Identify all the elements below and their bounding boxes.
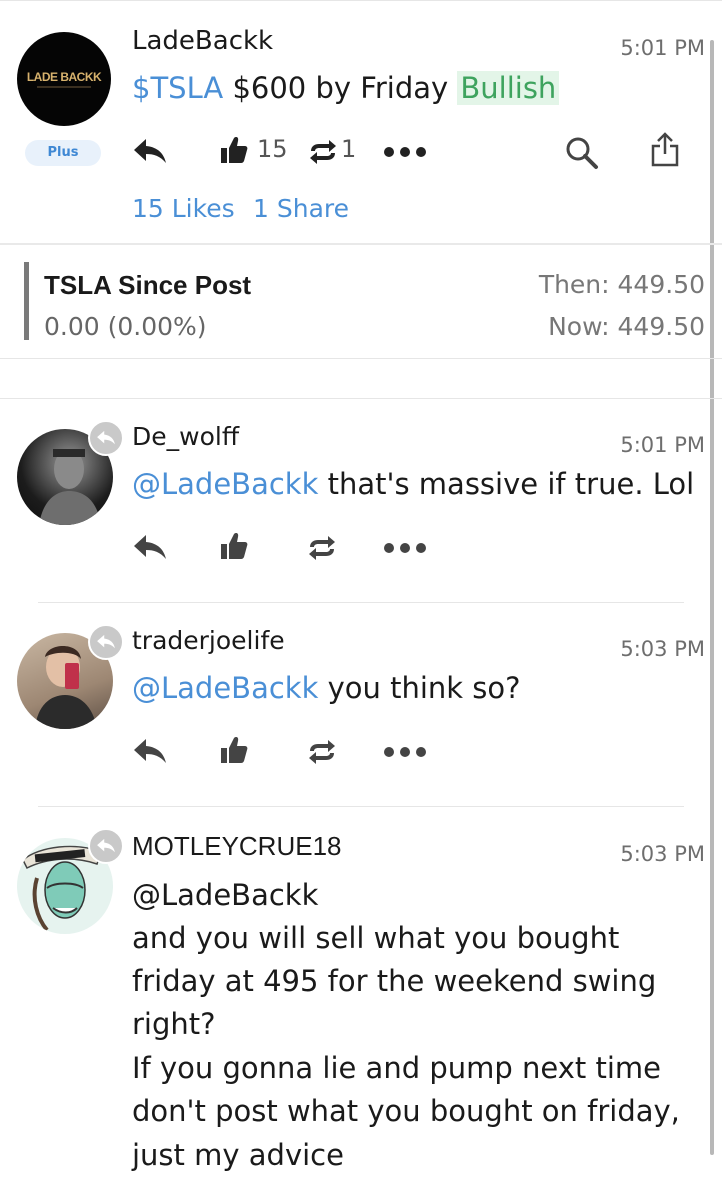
mention-link[interactable]: @LadeBackk	[132, 467, 318, 501]
comment-body: @LadeBackk that's massive if true. Lol	[132, 467, 694, 501]
reply-icon[interactable]	[132, 137, 168, 165]
reshare-icon[interactable]	[307, 139, 339, 165]
reply-icon[interactable]	[132, 737, 168, 765]
price-now: Now: 449.50	[548, 312, 705, 341]
since-post-title: TSLA Since Post	[44, 270, 252, 300]
top-divider	[0, 0, 722, 1]
comment-text-line: don't post what you bought on friday,	[132, 1094, 680, 1128]
shares-link[interactable]: 1 Share	[253, 194, 349, 223]
price-then: Then: 449.50	[538, 270, 705, 299]
comment-text-line: If you gonna lie and pump next time	[132, 1051, 661, 1085]
reply-icon[interactable]	[132, 533, 168, 561]
more-icon[interactable]	[383, 542, 427, 554]
post-divider	[0, 243, 722, 245]
reply-badge-icon	[88, 624, 124, 660]
post-message: $TSLA $600 by Friday Bullish	[132, 71, 560, 105]
ticker-link[interactable]: $TSLA	[132, 71, 223, 105]
since-divider-bottom	[0, 398, 722, 399]
comment-username[interactable]: traderjoelife	[132, 626, 285, 655]
sentiment-badge: Bullish	[457, 71, 560, 105]
comment-time: 5:03 PM	[620, 842, 705, 866]
comment-time: 5:03 PM	[620, 637, 705, 661]
reshare-icon[interactable]	[306, 535, 338, 561]
comment-text-line: and you will sell what you bought	[132, 921, 620, 955]
comment-username[interactable]: De_wolff	[132, 422, 239, 451]
mention-link[interactable]: @LadeBackk	[132, 874, 318, 917]
more-icon[interactable]	[383, 746, 427, 758]
author-avatar[interactable]: LADE BACKK	[17, 32, 111, 126]
post-text: $600 by Friday	[223, 71, 458, 105]
reply-badge-icon	[88, 828, 124, 864]
comment-divider	[38, 602, 684, 603]
reply-badge-icon	[88, 420, 124, 456]
plus-badge: Plus	[25, 140, 101, 166]
comment-divider	[38, 806, 684, 807]
reshare-icon[interactable]	[306, 739, 338, 765]
like-count: 15	[257, 135, 288, 163]
post-time: 5:01 PM	[620, 36, 705, 60]
since-post-bar	[24, 262, 29, 340]
comment-body: @LadeBackk you think so?	[132, 671, 521, 705]
mention-link[interactable]: @LadeBackk	[132, 671, 318, 705]
comment-username[interactable]: MOTLEYCRUE18	[132, 831, 342, 862]
likes-link[interactable]: 15 Likes	[132, 194, 235, 223]
since-divider-top	[0, 358, 722, 359]
like-icon[interactable]	[220, 135, 248, 165]
share-count: 1	[341, 135, 357, 163]
comment-text-line: right?	[132, 1007, 216, 1041]
comment-time: 5:01 PM	[620, 433, 705, 457]
more-icon[interactable]	[383, 146, 427, 158]
like-icon[interactable]	[220, 531, 248, 561]
avatar-logo-text: LADE BACKK	[26, 70, 102, 84]
comment-text-line: just my advice	[132, 1138, 344, 1172]
scrollbar[interactable]	[710, 40, 714, 1155]
like-icon[interactable]	[220, 735, 248, 765]
share-icon[interactable]	[650, 132, 680, 168]
comment-text-line: friday at 495 for the weekend swing	[132, 964, 657, 998]
search-icon[interactable]	[564, 135, 600, 171]
post-username[interactable]: LadeBackk	[132, 26, 273, 56]
avatar-logo-decoration	[37, 86, 91, 88]
comment-text: you think so?	[318, 671, 521, 705]
since-post-change: 0.00 (0.00%)	[44, 312, 207, 341]
comment-text: that's massive if true. Lol	[318, 467, 695, 501]
